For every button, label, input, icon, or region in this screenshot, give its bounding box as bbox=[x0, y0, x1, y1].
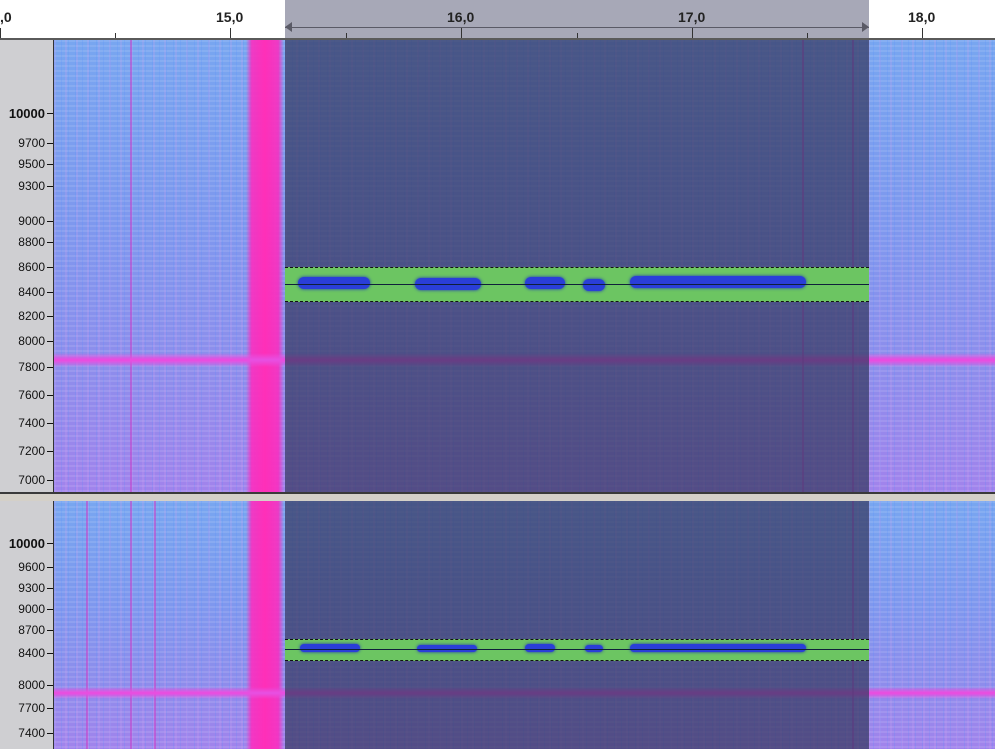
ruler-tick bbox=[461, 28, 462, 38]
freq-label: 7800 bbox=[18, 360, 45, 374]
spectrogram-view-2[interactable] bbox=[54, 501, 995, 749]
noise-streak bbox=[86, 501, 88, 749]
time-selection-overlay[interactable] bbox=[285, 40, 869, 492]
freq-tick bbox=[47, 733, 53, 734]
spectrogram-track-1[interactable]: 10000 9700 9500 9300 9000 8800 8600 8400… bbox=[0, 40, 995, 492]
freq-label: 7400 bbox=[18, 416, 45, 430]
center-frequency-line bbox=[285, 649, 869, 650]
freq-tick bbox=[47, 451, 53, 452]
ruler-label: 16,0 bbox=[447, 9, 475, 25]
freq-tick bbox=[47, 653, 53, 654]
freq-tick bbox=[47, 242, 53, 243]
noise-streak bbox=[130, 501, 132, 749]
ruler-tick bbox=[807, 33, 808, 38]
freq-label: 7400 bbox=[18, 726, 45, 740]
ruler-label: 15,0 bbox=[216, 9, 244, 25]
noise-streak bbox=[130, 40, 132, 492]
freq-tick bbox=[47, 186, 53, 187]
signal-blob bbox=[630, 644, 806, 652]
freq-label: 8000 bbox=[18, 678, 45, 692]
signal-blob bbox=[300, 644, 360, 652]
freq-tick bbox=[47, 630, 53, 631]
freq-label: 7000 bbox=[18, 473, 45, 487]
freq-label: 8700 bbox=[18, 623, 45, 637]
freq-label: 8400 bbox=[18, 646, 45, 660]
broadband-noise-burst bbox=[246, 501, 284, 749]
frequency-ruler-2: 10000 9600 9300 9000 8700 8400 8000 7700… bbox=[0, 501, 54, 749]
ruler-label: 18,0 bbox=[908, 9, 936, 25]
freq-tick bbox=[47, 567, 53, 568]
selection-start-arrow-icon[interactable] bbox=[285, 22, 292, 32]
freq-label: 8400 bbox=[18, 285, 45, 299]
freq-label: 7600 bbox=[18, 388, 45, 402]
noise-streak bbox=[154, 501, 156, 749]
freq-tick bbox=[47, 480, 53, 481]
ruler-label: 17,0 bbox=[678, 9, 706, 25]
freq-tick bbox=[47, 341, 53, 342]
signal-blob bbox=[583, 279, 605, 291]
spectrogram-view-1[interactable] bbox=[54, 40, 995, 492]
ruler-tick bbox=[230, 28, 231, 38]
ruler-tick bbox=[115, 33, 116, 38]
freq-label: 8000 bbox=[18, 334, 45, 348]
signal-blob bbox=[525, 277, 565, 289]
freq-label: 8200 bbox=[18, 309, 45, 323]
freq-label: 9300 bbox=[18, 179, 45, 193]
signal-blob bbox=[630, 276, 806, 288]
freq-tick bbox=[47, 395, 53, 396]
freq-tick bbox=[47, 316, 53, 317]
freq-label: 9000 bbox=[18, 214, 45, 228]
freq-tick bbox=[47, 685, 53, 686]
freq-tick bbox=[47, 543, 53, 544]
ruler-tick bbox=[0, 28, 1, 38]
freq-label: 9700 bbox=[18, 136, 45, 150]
freq-tick bbox=[47, 113, 53, 114]
freq-tick bbox=[47, 164, 53, 165]
time-selection-overlay[interactable] bbox=[285, 501, 869, 749]
ruler-tick bbox=[922, 28, 923, 38]
ruler-tick bbox=[692, 28, 693, 38]
broadband-noise-burst bbox=[246, 40, 284, 492]
freq-tick bbox=[47, 423, 53, 424]
freq-tick bbox=[47, 367, 53, 368]
freq-label: 8600 bbox=[18, 260, 45, 274]
freq-label: 10000 bbox=[8, 106, 45, 121]
freq-label: 7200 bbox=[18, 444, 45, 458]
selection-end-arrow-icon[interactable] bbox=[862, 22, 869, 32]
freq-tick bbox=[47, 708, 53, 709]
frequency-selection-band[interactable] bbox=[285, 267, 869, 302]
ruler-tick bbox=[346, 33, 347, 38]
ruler-label: ,0 bbox=[0, 9, 12, 25]
freq-tick bbox=[47, 609, 53, 610]
freq-label: 9300 bbox=[18, 581, 45, 595]
timeline-ruler[interactable]: ,0 15,0 16,0 17,0 18,0 bbox=[0, 0, 995, 40]
freq-label: 9500 bbox=[18, 157, 45, 171]
freq-label: 7700 bbox=[18, 701, 45, 715]
spectrogram-track-2[interactable]: 10000 9600 9300 9000 8700 8400 8000 7700… bbox=[0, 501, 995, 749]
freq-tick bbox=[47, 292, 53, 293]
freq-tick bbox=[47, 143, 53, 144]
freq-tick bbox=[47, 267, 53, 268]
freq-label: 9600 bbox=[18, 560, 45, 574]
freq-tick bbox=[47, 588, 53, 589]
freq-label: 8800 bbox=[18, 235, 45, 249]
ruler-selection-line bbox=[285, 27, 869, 28]
signal-blob bbox=[298, 277, 370, 289]
ruler-tick bbox=[577, 33, 578, 38]
freq-tick bbox=[47, 221, 53, 222]
freq-label: 10000 bbox=[8, 536, 45, 551]
frequency-ruler-1: 10000 9700 9500 9300 9000 8800 8600 8400… bbox=[0, 40, 54, 492]
frequency-selection-band[interactable] bbox=[285, 639, 869, 661]
center-frequency-line bbox=[285, 284, 869, 285]
signal-blob bbox=[525, 644, 555, 652]
freq-label: 9000 bbox=[18, 602, 45, 616]
